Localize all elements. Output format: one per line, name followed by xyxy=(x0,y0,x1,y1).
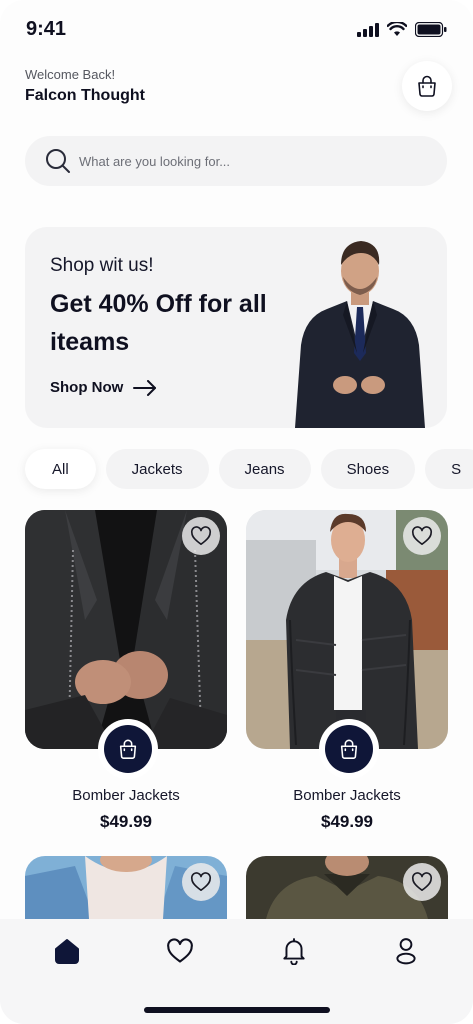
product-card[interactable]: Bomber Jackets $49.99 xyxy=(246,510,448,840)
shopping-bag-icon xyxy=(418,75,436,97)
promo-banner[interactable]: Shop wit us! Get 40% Off for all iteams … xyxy=(25,227,447,428)
status-time: 9:41 xyxy=(26,18,67,40)
banner-subtitle: Shop wit us! xyxy=(50,255,154,276)
user-name: Falcon Thought xyxy=(25,87,145,104)
category-chip-jeans[interactable]: Jeans xyxy=(218,449,311,489)
favorite-button[interactable] xyxy=(182,863,220,901)
add-to-cart-button[interactable] xyxy=(325,725,373,773)
search-bar[interactable] xyxy=(25,136,447,186)
favorite-button[interactable] xyxy=(403,863,441,901)
category-chip-shoes[interactable]: Shoes xyxy=(320,449,416,489)
heart-icon xyxy=(411,526,433,545)
nav-home[interactable] xyxy=(52,936,82,966)
favorite-button[interactable] xyxy=(182,517,220,555)
heart-icon xyxy=(167,938,193,963)
product-price: $49.99 xyxy=(100,812,152,831)
product-image[interactable] xyxy=(25,510,227,749)
home-indicator xyxy=(144,1007,330,1013)
nav-profile[interactable] xyxy=(391,936,421,966)
home-icon xyxy=(55,939,79,964)
add-to-cart-button[interactable] xyxy=(104,725,152,773)
shopping-bag-icon xyxy=(119,739,137,759)
signal-icon xyxy=(357,22,379,37)
app-screen: 9:41 Welcome Back! Falcon Thought What a… xyxy=(0,0,473,1024)
status-bar: 9:41 xyxy=(0,0,473,60)
add-to-cart-wrapper xyxy=(319,719,379,779)
favorite-button[interactable] xyxy=(403,517,441,555)
product-card[interactable]: Bomber Jackets $49.99 xyxy=(25,510,227,840)
search-icon xyxy=(46,149,70,173)
cart-button[interactable] xyxy=(402,61,452,111)
product-name: Bomber Jackets xyxy=(72,787,180,804)
product-name: Bomber Jackets xyxy=(293,787,401,804)
arrow-right-icon xyxy=(133,379,157,396)
product-card[interactable] xyxy=(25,856,227,919)
welcome-text: Welcome Back! xyxy=(25,67,116,82)
heart-icon xyxy=(411,872,433,891)
product-card[interactable] xyxy=(246,856,448,919)
category-chip-more[interactable]: S xyxy=(425,449,473,489)
bell-icon xyxy=(283,938,305,965)
heart-icon xyxy=(190,526,212,545)
product-image[interactable] xyxy=(25,856,227,919)
banner-model-image xyxy=(295,241,425,428)
search-input[interactable] xyxy=(79,153,399,169)
shopping-bag-icon xyxy=(340,739,358,759)
product-price: $49.99 xyxy=(321,812,373,831)
nav-notifications[interactable] xyxy=(279,936,309,966)
status-icons xyxy=(357,22,447,37)
category-chip-all[interactable]: All xyxy=(25,449,96,489)
shop-now-button[interactable]: Shop Now xyxy=(50,379,157,396)
nav-favorites[interactable] xyxy=(165,936,195,966)
category-filter: All Jackets Jeans Shoes S xyxy=(25,449,473,489)
wifi-icon xyxy=(387,22,407,36)
shop-now-label: Shop Now xyxy=(50,379,124,396)
product-image[interactable] xyxy=(246,856,448,919)
profile-icon xyxy=(396,938,416,965)
battery-icon xyxy=(415,22,447,37)
banner-headline: Get 40% Off for all iteams xyxy=(50,290,267,356)
heart-icon xyxy=(190,872,212,891)
category-chip-jackets[interactable]: Jackets xyxy=(105,449,209,489)
add-to-cart-wrapper xyxy=(98,719,158,779)
product-image[interactable] xyxy=(246,510,448,749)
